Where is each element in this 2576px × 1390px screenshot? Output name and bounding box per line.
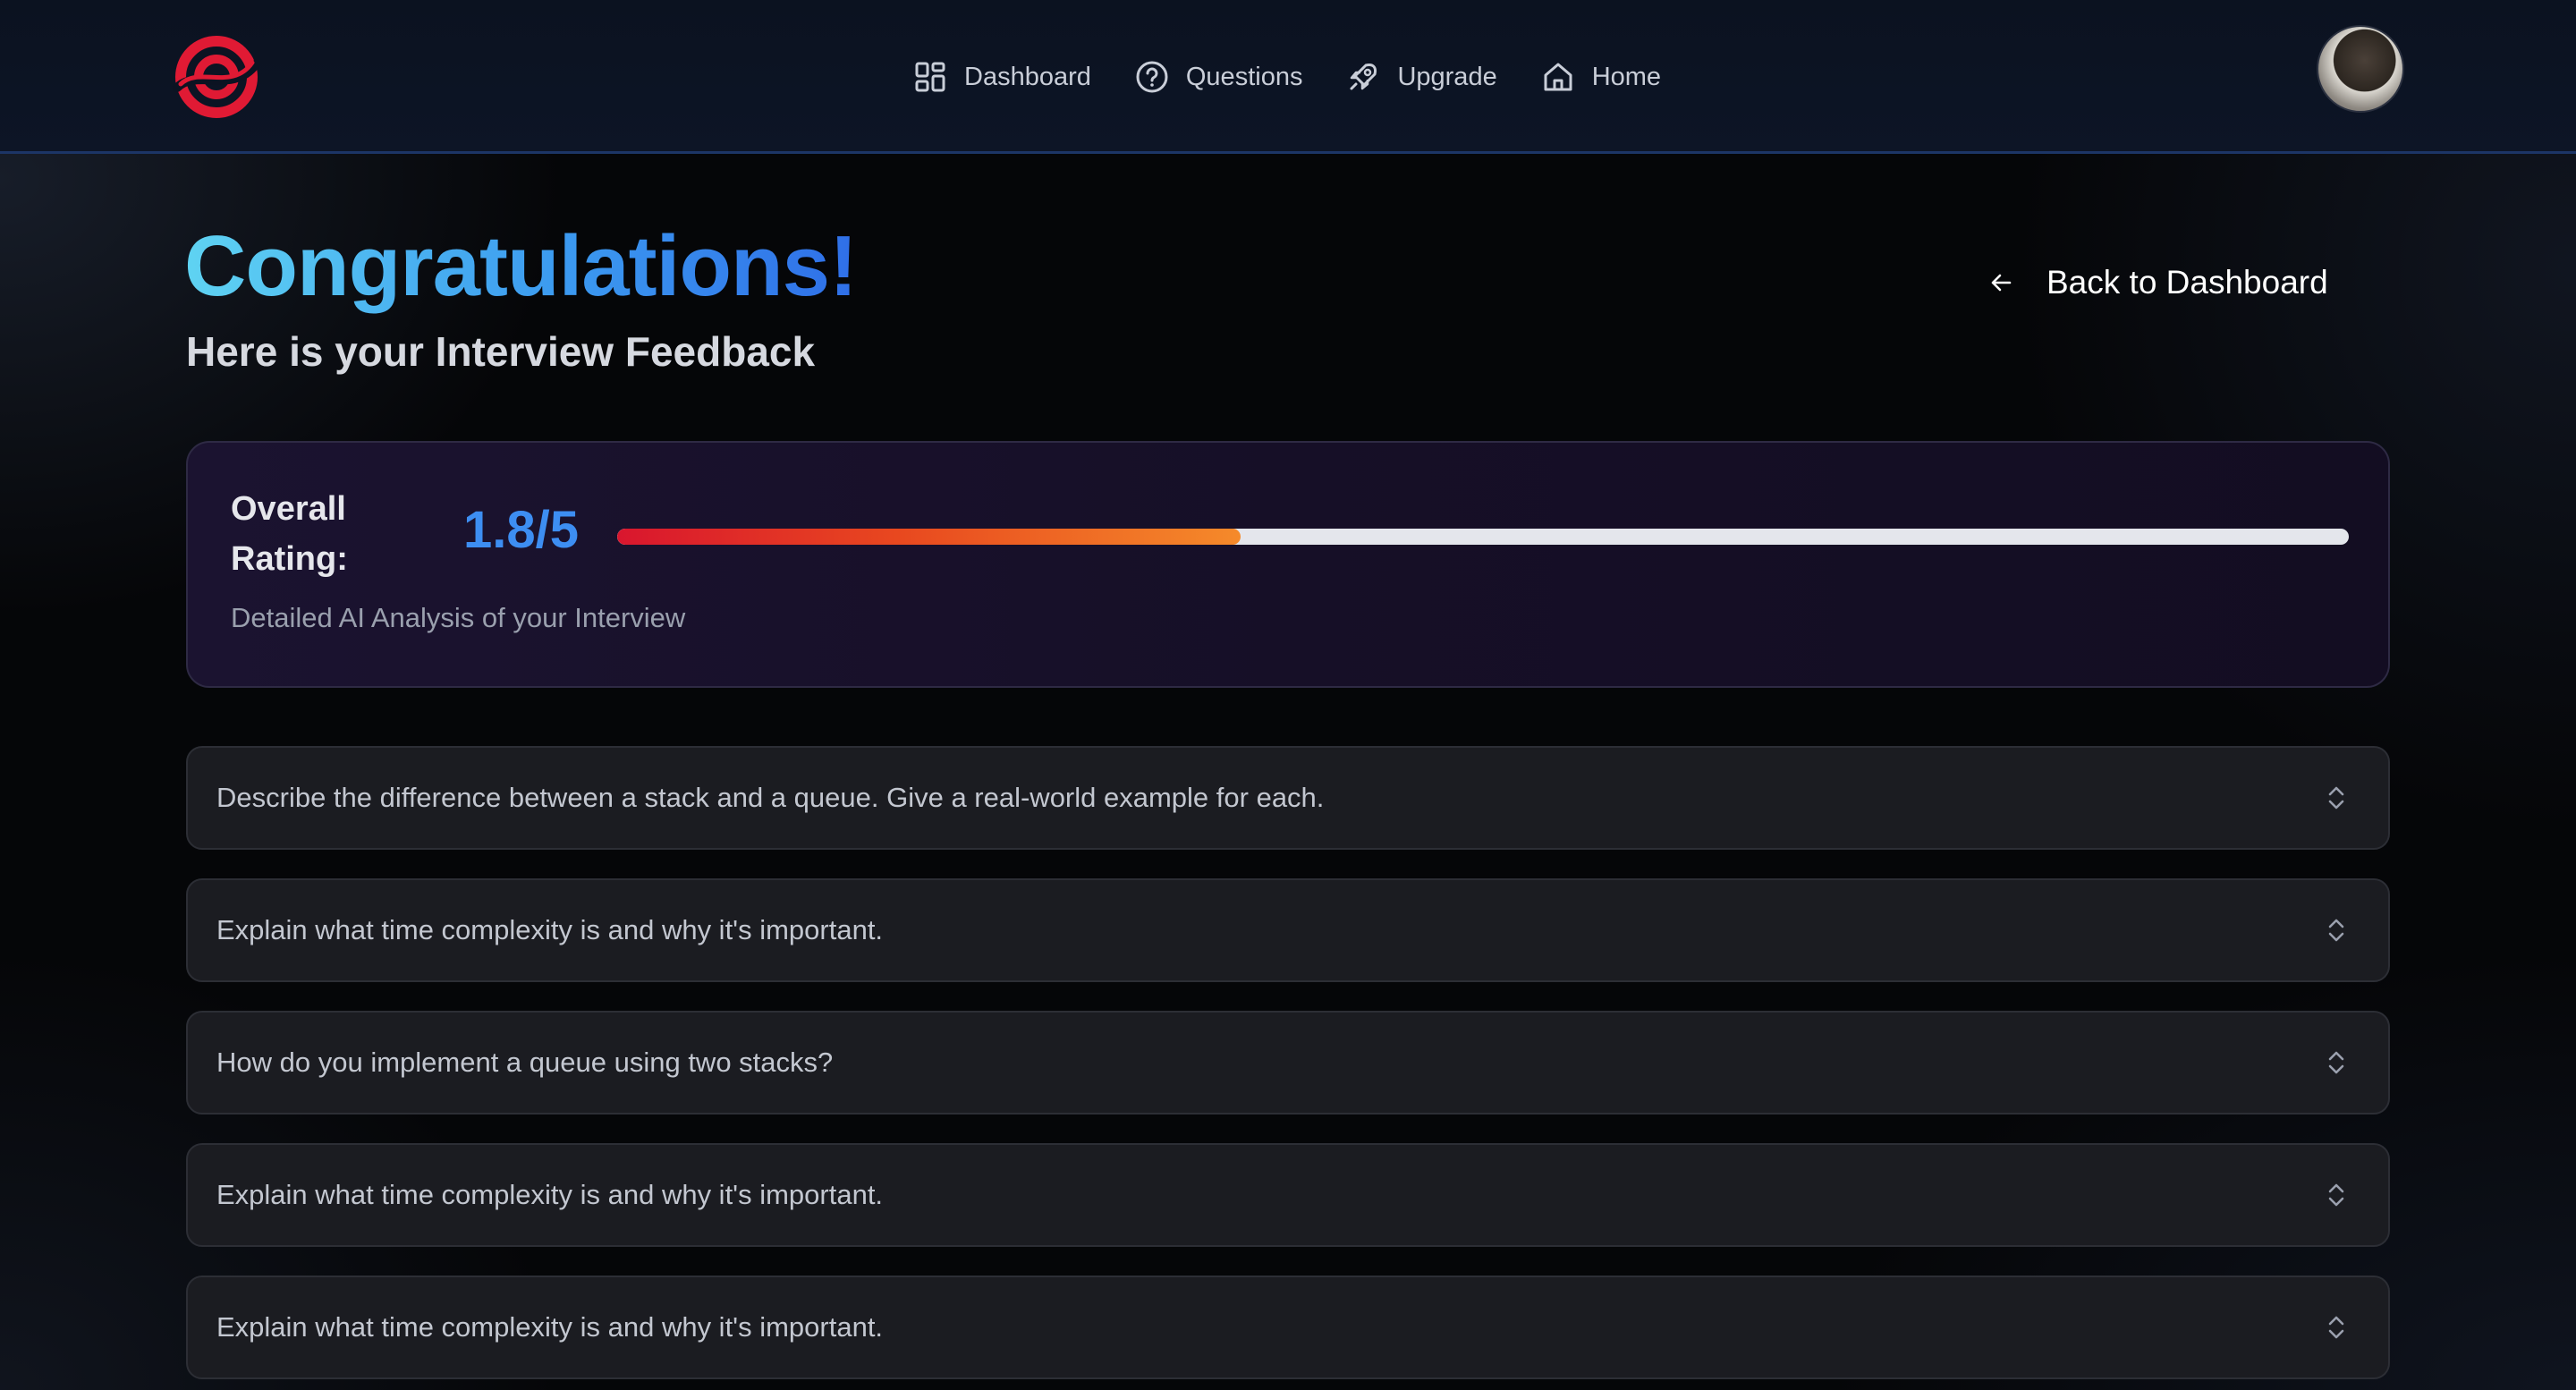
nav-upgrade[interactable]: Upgrade [1345,59,1497,95]
top-navbar: Dashboard Questions Upgrade Home [0,0,2576,154]
rating-progress-fill [617,529,1241,545]
question-accordion-item[interactable]: Explain what time complexity is and why … [186,1276,2390,1379]
question-text: Explain what time complexity is and why … [216,1311,884,1343]
page-subtitle: Here is your Interview Feedback [186,328,816,375]
home-icon [1544,63,1572,91]
nav-questions-label: Questions [1185,62,1303,91]
nav-upgrade-label: Upgrade [1397,62,1497,91]
nav-dashboard-label: Dashboard [964,62,1091,91]
chevron-up-down-icon [2328,1316,2344,1339]
question-accordion-item[interactable]: Explain what time complexity is and why … [186,1143,2390,1247]
question-accordion-item[interactable]: Describe the difference between a stack … [186,746,2390,850]
back-to-dashboard-label: Back to Dashboard [2046,264,2328,301]
chevron-up-down-icon [2328,1183,2344,1207]
rating-caption: Detailed AI Analysis of your Interview [231,602,686,633]
question-accordion-item[interactable]: How do you implement a queue using two s… [186,1011,2390,1115]
overall-rating-label: Overall Rating: [231,490,348,578]
logo-icon [173,36,260,118]
page-title: Congratulations! [184,213,858,320]
nav-questions[interactable]: Questions [1134,59,1303,95]
nav-home[interactable]: Home [1540,59,1661,95]
chevron-up-down-icon [2328,919,2344,942]
back-to-dashboard-button[interactable]: Back to Dashboard [1987,259,2328,306]
dashboard-grid-icon [915,62,945,92]
overall-rating-card: Overall Rating: 1.8/5 Detailed AI Analys… [186,441,2390,688]
page: Dashboard Questions Upgrade Home Congrat… [0,0,2576,1390]
question-accordion-item[interactable]: Explain what time complexity is and why … [186,878,2390,982]
rocket-icon [1350,64,1377,90]
question-circle-icon [1136,61,1168,93]
nav-home-label: Home [1591,62,1662,91]
arrow-left-icon [1991,274,2012,292]
user-avatar[interactable] [2317,25,2404,113]
nav-dashboard[interactable]: Dashboard [912,59,1091,95]
question-text: Explain what time complexity is and why … [216,1179,884,1210]
question-text: Explain what time complexity is and why … [216,914,884,945]
question-text: Describe the difference between a stack … [216,782,1325,813]
rating-progress-bar [617,529,2349,545]
brand-logo[interactable] [170,32,263,122]
chevron-up-down-icon [2328,1051,2344,1074]
chevron-up-down-icon [2328,786,2344,809]
overall-rating-score: 1.8/5 [463,501,579,559]
question-accordion-list: Describe the difference between a stack … [186,746,2390,1379]
question-text: How do you implement a queue using two s… [216,1047,834,1078]
main-nav: Dashboard Questions Upgrade Home [912,52,1661,102]
